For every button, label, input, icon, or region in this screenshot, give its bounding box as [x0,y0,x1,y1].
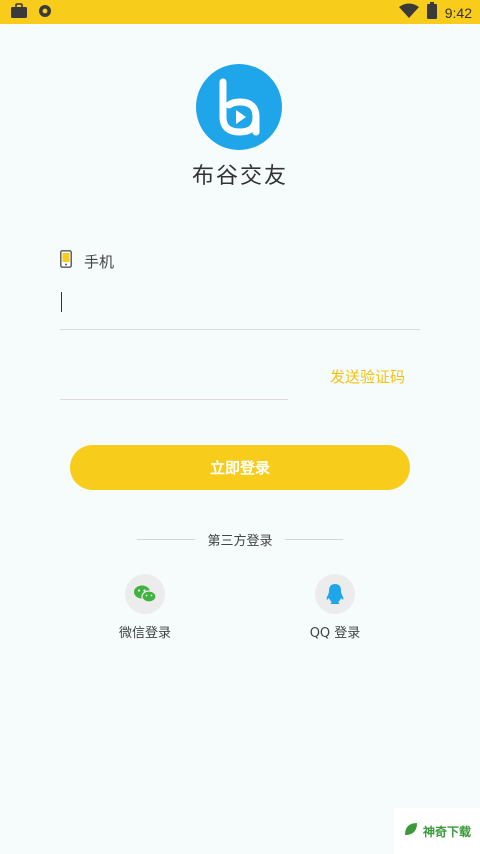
phone-label-row: 手机 [60,250,114,272]
leaf-logo-icon [403,821,419,841]
phone-input[interactable] [60,282,420,330]
briefcase-icon [10,3,28,23]
third-party-title: 第三方登录 [207,534,273,549]
phone-label: 手机 [84,252,115,271]
app-logo [196,64,282,150]
status-time: 9:42 [444,4,472,21]
status-bar: 9:42 [0,0,480,24]
watermark-text: 神奇下载 [422,824,471,839]
battery-icon [426,2,437,23]
send-code-button[interactable]: 发送验证码 [330,366,405,387]
divider-line-left [137,539,196,540]
qq-icon [326,584,344,604]
wechat-login-button[interactable]: 微信登录 [100,574,190,641]
wechat-icon [134,585,157,603]
wifi-icon [398,3,419,23]
divider-line-right [284,539,343,540]
third-party-divider: 第三方登录 [0,530,480,549]
wechat-icon-circle[interactable] [125,574,165,614]
text-caret [61,292,62,312]
verification-code-input[interactable] [60,352,288,400]
phone-icon [60,250,72,272]
qq-icon-circle[interactable] [315,574,355,614]
login-button[interactable]: 立即登录 [70,445,410,490]
qq-login-label[interactable]: QQ 登录 [310,622,361,641]
watermark: 神奇下载 [394,808,480,854]
shield-icon [38,3,52,23]
qq-login-button[interactable]: QQ 登录 [290,574,380,641]
wechat-login-label[interactable]: 微信登录 [119,622,171,641]
app-name: 布谷交友 [191,164,288,189]
